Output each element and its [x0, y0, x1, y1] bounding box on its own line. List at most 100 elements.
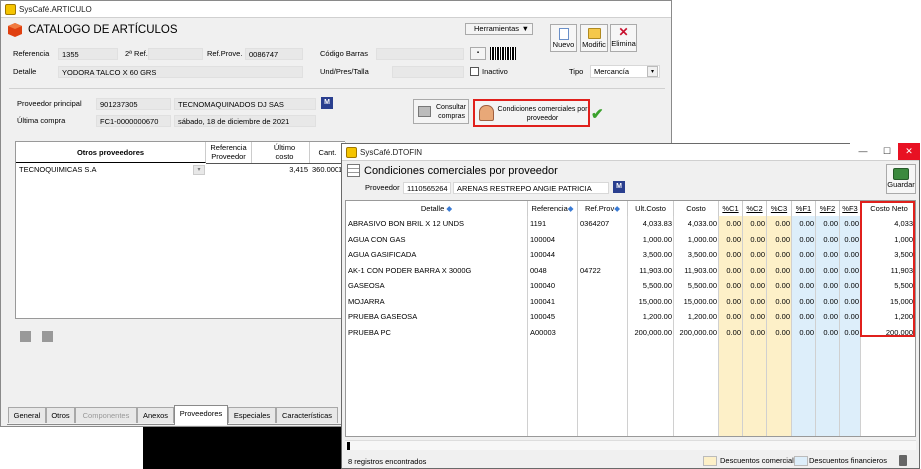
- cell-c2[interactable]: 0.00: [743, 294, 767, 310]
- dropdown-icon[interactable]: ▾: [193, 165, 205, 175]
- cell-f3[interactable]: 0.00: [840, 232, 861, 248]
- table-row[interactable]: ABRASIVO BON BRIL X 12 UNDS 1191 0364207 4,…: [346, 216, 915, 232]
- table-row[interactable]: PRUEBA PC A00003 200,000.00 200,000.00 0.00 0…: [346, 325, 915, 341]
- col-header-f1[interactable]: %F1: [792, 201, 816, 216]
- table-row[interactable]: AGUA CON GAS 100004 1,000.00 1,000.00 0.00 0.…: [346, 232, 915, 248]
- cell-f2[interactable]: 0.00: [816, 263, 840, 279]
- cell-c1[interactable]: 0.00: [719, 216, 743, 232]
- nav-square-icon[interactable]: [20, 331, 31, 342]
- cell-f2[interactable]: 0.00: [816, 325, 840, 341]
- barcode-icon[interactable]: [490, 47, 516, 60]
- cell-f3[interactable]: 0.00: [840, 325, 861, 341]
- inactive-checkbox[interactable]: [470, 67, 479, 76]
- tipo-select[interactable]: Mercancía ▾: [590, 65, 660, 78]
- scroll-thumb[interactable]: [347, 442, 350, 450]
- tab-especiales[interactable]: Especiales: [228, 407, 276, 423]
- barcode-small-button[interactable]: ▪: [470, 47, 486, 60]
- col-header-refprov[interactable]: Ref.Prov◆: [578, 201, 628, 216]
- cell-c2[interactable]: 0.00: [743, 278, 767, 294]
- save-button[interactable]: Guardar: [886, 164, 916, 194]
- cell-f3[interactable]: 0.00: [840, 278, 861, 294]
- cell-f1[interactable]: 0.00: [792, 232, 816, 248]
- consult-purchases-button[interactable]: Consultar compras: [413, 99, 469, 124]
- tab-anexos[interactable]: Anexos: [137, 407, 174, 423]
- table-row[interactable]: AK-1 CON PODER BARRA X 3000G 0048 04722 11,…: [346, 263, 915, 279]
- col-header-costo[interactable]: Costo: [674, 201, 719, 216]
- col-header-ref-prov[interactable]: Referencia Proveedor: [206, 142, 252, 163]
- cell-c3[interactable]: 0.00: [767, 278, 792, 294]
- detail-field[interactable]: YODORA TALCO X 60 GRS: [58, 66, 303, 78]
- col-header-f2[interactable]: %F2: [816, 201, 840, 216]
- provider-code-field[interactable]: 901237305: [96, 98, 171, 110]
- col-header-last-cost[interactable]: Último costo: [260, 142, 310, 163]
- horizontal-scrollbar[interactable]: [345, 440, 916, 450]
- cell-c2[interactable]: 0.00: [743, 247, 767, 263]
- cell-f2[interactable]: 0.00: [816, 309, 840, 325]
- cell-c1[interactable]: 0.00: [719, 247, 743, 263]
- col-header-detalle[interactable]: Detalle ◆: [346, 201, 528, 216]
- col-header-providers[interactable]: Otros proveedores: [16, 142, 206, 163]
- col-header-c3[interactable]: %C3: [767, 201, 792, 216]
- reference-field[interactable]: 1355: [58, 48, 118, 60]
- refprove-field[interactable]: 0086747: [245, 48, 303, 60]
- cell-f1[interactable]: 0.00: [792, 247, 816, 263]
- barcode-field[interactable]: [376, 48, 464, 60]
- tab-general[interactable]: General: [8, 407, 46, 423]
- col-header-c2[interactable]: %C2: [743, 201, 767, 216]
- cell-c2[interactable]: 0.00: [743, 263, 767, 279]
- cell-c1[interactable]: 0.00: [719, 325, 743, 341]
- cell-f2[interactable]: 0.00: [816, 294, 840, 310]
- binoculars-icon[interactable]: M: [321, 97, 333, 109]
- cell-f2[interactable]: 0.00: [816, 216, 840, 232]
- minimize-icon[interactable]: —: [850, 143, 876, 160]
- cell-c3[interactable]: 0.00: [767, 216, 792, 232]
- cell-f1[interactable]: 0.00: [792, 309, 816, 325]
- delete-button[interactable]: ✕ Elimina: [610, 24, 637, 52]
- table-row[interactable]: PRUEBA GASEOSA 100045 1,200.00 1,200.00 0.00…: [346, 309, 915, 325]
- und-field[interactable]: [392, 66, 464, 78]
- cell-c3[interactable]: 0.00: [767, 232, 792, 248]
- cell-c1[interactable]: 0.00: [719, 232, 743, 248]
- tab-otros[interactable]: Otros: [46, 407, 75, 423]
- cell-c2[interactable]: 0.00: [743, 309, 767, 325]
- ref2-field[interactable]: [148, 48, 203, 60]
- tab-proveedores[interactable]: Proveedores: [174, 405, 228, 425]
- cell-c1[interactable]: 0.00: [719, 263, 743, 279]
- close-icon[interactable]: ✕: [898, 143, 920, 160]
- cell-c2[interactable]: 0.00: [743, 232, 767, 248]
- new-button[interactable]: Nuevo: [550, 24, 577, 52]
- tools-dropdown[interactable]: Herramientas ▼: [465, 23, 533, 35]
- cell-f3[interactable]: 0.00: [840, 263, 861, 279]
- cell-c1[interactable]: 0.00: [719, 309, 743, 325]
- cell-f1[interactable]: 0.00: [792, 294, 816, 310]
- modify-button[interactable]: Modific: [580, 24, 608, 52]
- cell-f2[interactable]: 0.00: [816, 247, 840, 263]
- nav-square-icon[interactable]: [42, 331, 53, 342]
- col-header-ult-costo[interactable]: Ult.Costo: [628, 201, 674, 216]
- tab-caracteristicas[interactable]: Características: [276, 407, 338, 423]
- table-row[interactable]: GASEOSA 100040 5,500.00 5,500.00 0.00 0.00 0.0…: [346, 278, 915, 294]
- table-row[interactable]: TECNOQUIMICAS S.A ▾ 3,415 360.000 12: [16, 164, 346, 176]
- cell-c3[interactable]: 0.00: [767, 263, 792, 279]
- cell-c3[interactable]: 0.00: [767, 325, 792, 341]
- table-row[interactable]: MOJARRA 100041 15,000.00 15,000.00 0.00 0.00 0…: [346, 294, 915, 310]
- binoculars-icon[interactable]: M: [613, 181, 625, 193]
- exit-icon[interactable]: [899, 455, 907, 466]
- cell-c1[interactable]: 0.00: [719, 278, 743, 294]
- cell-c3[interactable]: 0.00: [767, 309, 792, 325]
- cell-f2[interactable]: 0.00: [816, 278, 840, 294]
- cell-f3[interactable]: 0.00: [840, 309, 861, 325]
- cell-c2[interactable]: 0.00: [743, 216, 767, 232]
- col-header-c1[interactable]: %C1: [719, 201, 743, 216]
- cell-f1[interactable]: 0.00: [792, 278, 816, 294]
- cell-f1[interactable]: 0.00: [792, 216, 816, 232]
- col-header-referencia[interactable]: Referencia◆: [528, 201, 578, 216]
- tab-componentes[interactable]: Componentes: [75, 407, 137, 423]
- child-provider-code[interactable]: 1110565264: [403, 182, 451, 194]
- maximize-icon[interactable]: ☐: [874, 143, 900, 160]
- cell-c3[interactable]: 0.00: [767, 294, 792, 310]
- cell-c2[interactable]: 0.00: [743, 325, 767, 341]
- cell-f3[interactable]: 0.00: [840, 294, 861, 310]
- cell-c1[interactable]: 0.00: [719, 294, 743, 310]
- commercial-conditions-button[interactable]: Condiciones comerciales por proveedor: [473, 99, 590, 127]
